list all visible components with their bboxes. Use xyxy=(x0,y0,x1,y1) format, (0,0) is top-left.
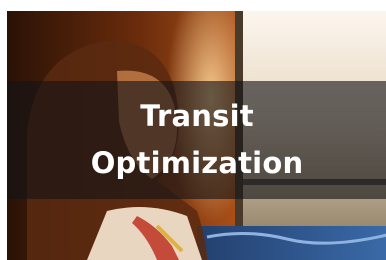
card-title: Transit Optimization xyxy=(90,99,304,180)
transit-optimization-card[interactable]: Transit Optimization xyxy=(7,11,386,260)
